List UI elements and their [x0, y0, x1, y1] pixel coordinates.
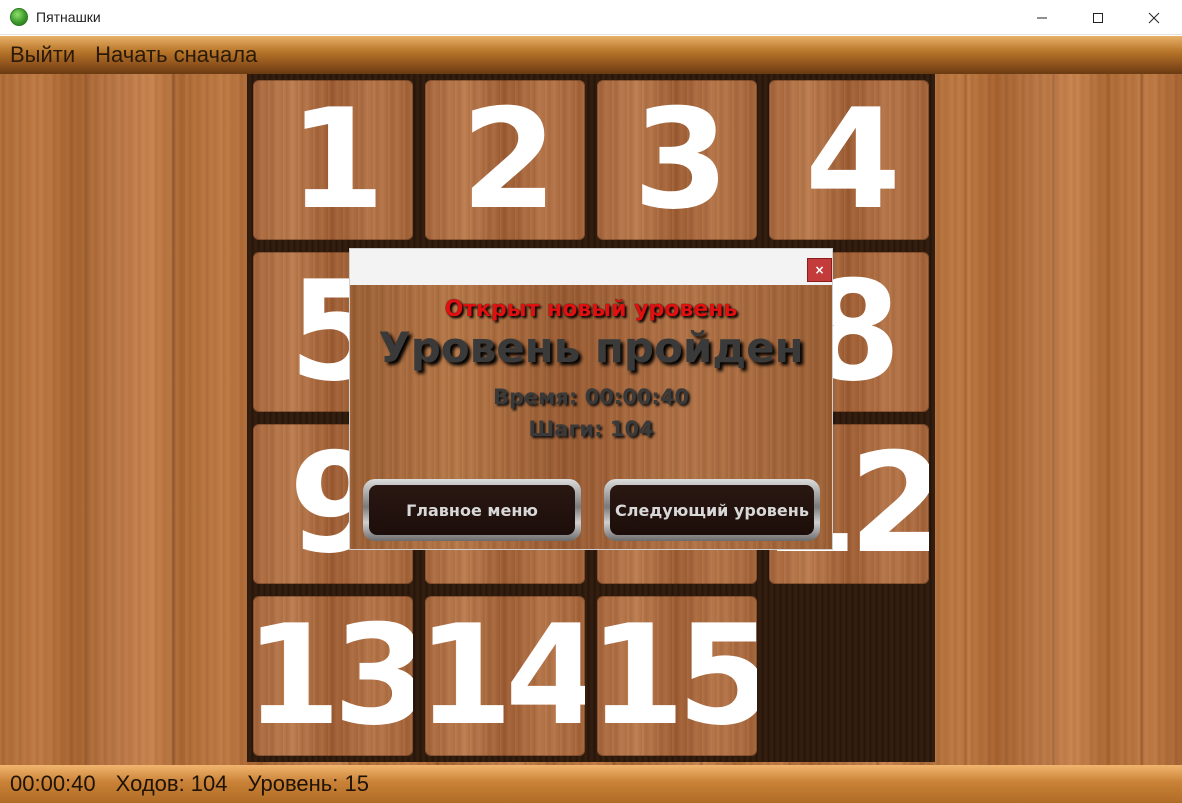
- menu-restart[interactable]: Начать сначала: [85, 36, 267, 74]
- dialog-header: [350, 249, 832, 285]
- tile-number: 14: [425, 596, 585, 756]
- main-menu-button-label: Главное меню: [369, 485, 575, 535]
- tile-1[interactable]: 1: [253, 80, 413, 240]
- new-level-unlocked-text: Открыт новый уровень: [444, 297, 738, 322]
- level-indicator: Уровень: 15: [247, 771, 369, 796]
- main-menu-button[interactable]: Главное меню: [363, 479, 581, 541]
- dialog-close-button[interactable]: ×: [807, 258, 832, 282]
- tile-15[interactable]: 15: [597, 596, 757, 756]
- tile-14[interactable]: 14: [425, 596, 585, 756]
- tile-number: 15: [597, 596, 757, 756]
- window-controls: [1014, 0, 1182, 35]
- tile-number: 13: [253, 596, 413, 756]
- tile-number: 1: [288, 80, 385, 240]
- app-icon: [10, 8, 28, 26]
- minimize-button[interactable]: [1014, 0, 1070, 35]
- level-complete-dialog: × Открыт новый уровень Уровень пройден В…: [349, 248, 833, 550]
- tile-number: 4: [804, 80, 901, 240]
- status-bar: 00:00:40 Ходов: 104 Уровень: 15: [0, 765, 1182, 803]
- tile-number: 3: [632, 80, 729, 240]
- steps-result: Шаги: 104: [528, 417, 654, 441]
- close-icon: [1148, 12, 1160, 23]
- tile-3[interactable]: 3: [597, 80, 757, 240]
- tile-4[interactable]: 4: [769, 80, 929, 240]
- tile-13[interactable]: 13: [253, 596, 413, 756]
- level-complete-title: Уровень пройден: [378, 323, 804, 372]
- tile-number: 2: [460, 80, 557, 240]
- window-title: Пятнашки: [36, 9, 101, 25]
- time-result: Время: 00:00:40: [492, 385, 690, 409]
- maximize-icon: [1093, 12, 1103, 23]
- menu-exit[interactable]: Выйти: [0, 36, 85, 74]
- timer-display: 00:00:40: [10, 771, 96, 796]
- maximize-button[interactable]: [1070, 0, 1126, 35]
- close-window-button[interactable]: [1126, 0, 1182, 35]
- window-title-bar: Пятнашки: [0, 0, 1182, 35]
- next-level-button[interactable]: Следующий уровень: [604, 479, 820, 541]
- empty-cell[interactable]: [769, 596, 929, 756]
- minimize-icon: [1037, 17, 1047, 18]
- tile-2[interactable]: 2: [425, 80, 585, 240]
- menu-bar: Выйти Начать сначала: [0, 36, 1182, 74]
- moves-counter: Ходов: 104: [115, 771, 228, 796]
- next-level-button-label: Следующий уровень: [610, 485, 814, 535]
- dialog-body: Открыт новый уровень Уровень пройден Вре…: [350, 285, 832, 549]
